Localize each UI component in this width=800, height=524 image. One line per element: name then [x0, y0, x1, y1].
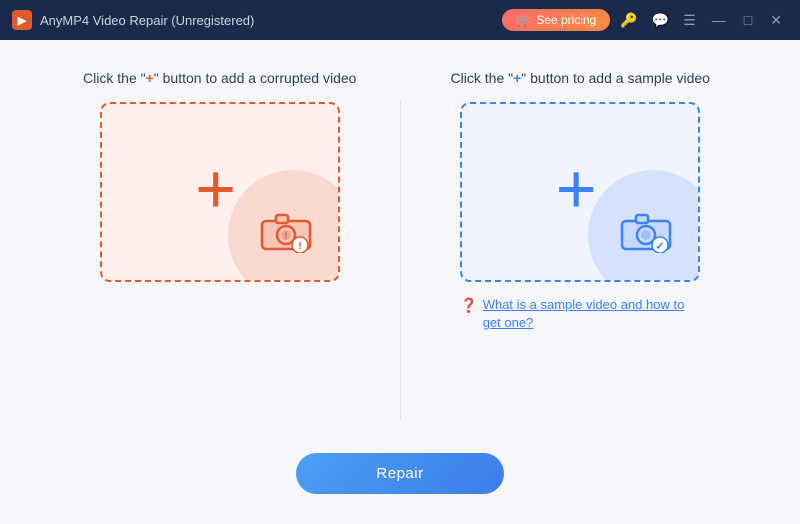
- title-bar-left: ▶ AnyMP4 Video Repair (Unregistered): [12, 10, 254, 30]
- corrupted-plus-text: +: [146, 70, 154, 86]
- repair-button-wrap: Repair: [296, 453, 503, 494]
- key-icon[interactable]: 🔑: [616, 8, 641, 33]
- title-bar: ▶ AnyMP4 Video Repair (Unregistered) 🛒 S…: [0, 0, 800, 40]
- close-button[interactable]: ✕: [764, 10, 788, 31]
- corrupted-upload-box[interactable]: + !: [100, 102, 340, 282]
- sample-video-help-link[interactable]: What is a sample video and how to get on…: [483, 296, 701, 332]
- see-pricing-button[interactable]: 🛒 See pricing: [502, 9, 610, 31]
- sample-upload-box[interactable]: + ✓: [460, 102, 700, 282]
- maximize-button[interactable]: □: [738, 10, 758, 30]
- corrupted-add-icon: +: [195, 154, 236, 224]
- svg-text:!: !: [298, 241, 301, 252]
- main-content: Click the "+" button to add a corrupted …: [0, 40, 800, 524]
- title-bar-controls: 🛒 See pricing 🔑 💬 ☰ — □ ✕: [502, 8, 788, 33]
- app-title: AnyMP4 Video Repair (Unregistered): [40, 13, 254, 28]
- corrupted-box-inner: + !: [102, 104, 338, 280]
- panels-container: Click the "+" button to add a corrupted …: [40, 70, 760, 433]
- menu-icon[interactable]: ☰: [679, 8, 700, 33]
- app-icon: ▶: [12, 10, 32, 30]
- cart-icon: 🛒: [516, 13, 531, 27]
- corrupted-panel: Click the "+" button to add a corrupted …: [40, 70, 400, 282]
- sample-add-icon: +: [556, 154, 597, 224]
- sample-plus-text: +: [513, 70, 521, 86]
- sample-camera-icon: ✓: [618, 209, 674, 258]
- sample-panel-label: Click the "+" button to add a sample vid…: [451, 70, 710, 86]
- corrupted-camera-icon: ! !: [258, 209, 314, 258]
- svg-text:!: !: [284, 231, 287, 241]
- svg-text:✓: ✓: [656, 241, 665, 253]
- sample-panel: Click the "+" button to add a sample vid…: [401, 70, 761, 332]
- help-link-wrap: ❓ What is a sample video and how to get …: [460, 296, 700, 332]
- help-icon: ❓: [460, 297, 477, 314]
- sample-box-inner: + ✓: [462, 104, 698, 280]
- repair-button[interactable]: Repair: [296, 453, 503, 494]
- minimize-button[interactable]: —: [706, 10, 732, 30]
- chat-icon[interactable]: 💬: [648, 8, 673, 33]
- corrupted-panel-label: Click the "+" button to add a corrupted …: [83, 70, 356, 86]
